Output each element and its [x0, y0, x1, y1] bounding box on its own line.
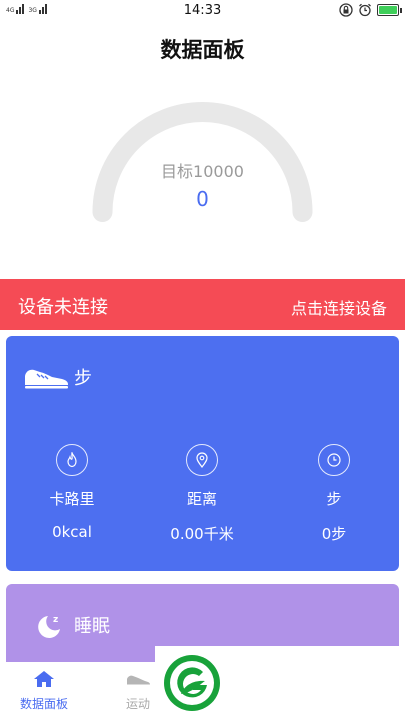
connection-status-text: 设备未连接 [18, 297, 108, 318]
clock-icon [318, 444, 350, 476]
gauge-current-value: 0 [196, 187, 209, 211]
alarm-icon [359, 3, 371, 17]
logo-overlay [155, 646, 405, 720]
location-pin-icon [186, 444, 218, 476]
shoe-icon [25, 369, 68, 389]
calories-stat: 卡路里 0kcal [12, 444, 132, 541]
nav-item-dashboard[interactable]: 数据面板 [4, 670, 84, 712]
page-title: 数据面板 [160, 38, 245, 62]
home-icon [34, 671, 54, 687]
steps-stat: 步 0步 [274, 444, 394, 544]
distance-value: 0.00千米 [170, 525, 234, 543]
device-connection-banner[interactable]: 设备未连接 点击连接设备 [0, 279, 405, 330]
status-icons [339, 3, 402, 17]
shoe-icon [127, 675, 150, 685]
flame-icon [56, 444, 88, 476]
calories-value: 0kcal [52, 523, 92, 541]
steps-card-title: 步 [74, 368, 92, 389]
battery-icon [377, 4, 402, 16]
steps-card[interactable]: 步 卡路里 0kcal 距离 0.00千米 步 0步 [6, 336, 399, 571]
calories-label: 卡路里 [49, 490, 95, 508]
distance-stat: 距离 0.00千米 [142, 444, 262, 544]
status-bar: 4G 3G 14:33 [0, 0, 405, 22]
gauge-target-label: 目标10000 [161, 162, 244, 181]
lock-rotation-icon [339, 3, 353, 17]
steps-value: 0步 [321, 525, 347, 543]
distance-label: 距离 [186, 490, 217, 508]
moon-icon: z [38, 615, 60, 638]
connect-device-button[interactable]: 点击连接设备 [291, 295, 387, 319]
sleep-card-title: 睡眠 [74, 616, 110, 637]
svg-text:z: z [53, 615, 58, 625]
battery-level [379, 6, 397, 14]
nav-item-label: 数据面板 [19, 697, 68, 711]
steps-label: 步 [326, 490, 342, 508]
app-logo [164, 655, 220, 711]
